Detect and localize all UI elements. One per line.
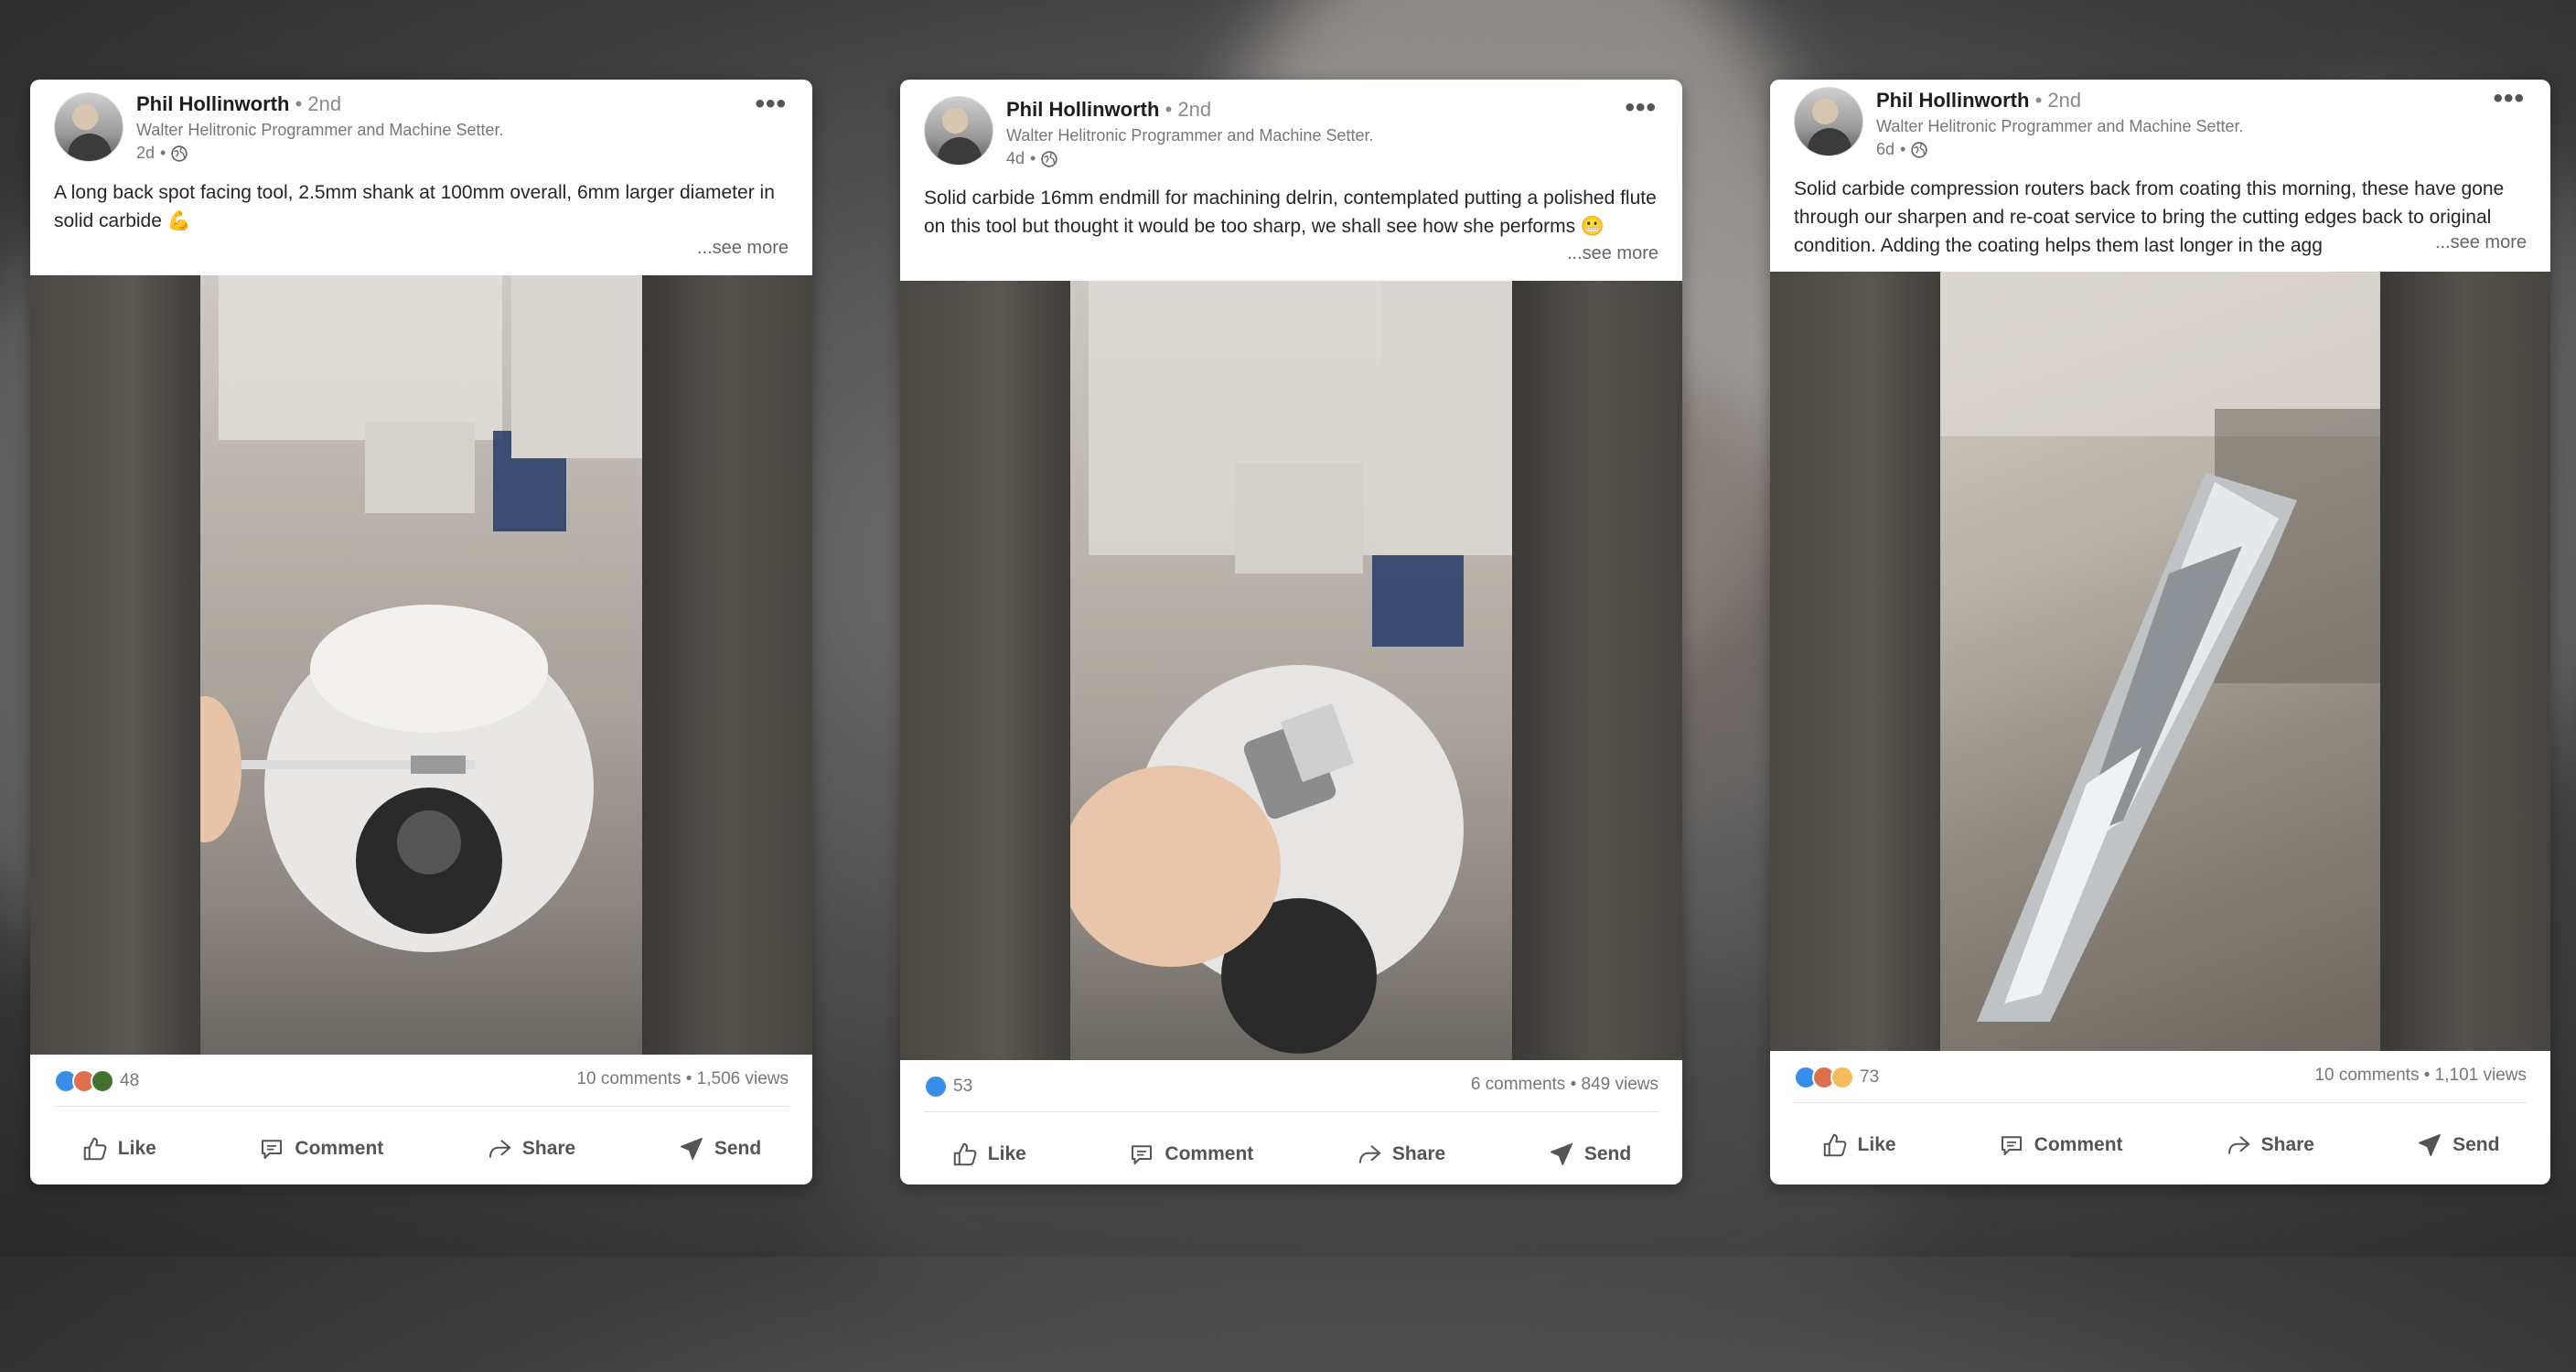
share-arrow-icon [2227,1136,2249,1154]
see-more-link[interactable]: ...see more [2429,232,2527,253]
send-button[interactable]: Send [1548,1141,1631,1168]
like-button[interactable]: Like [951,1141,1026,1168]
more-options-icon[interactable]: ••• [1625,94,1657,122]
celebrate-reaction-icon [91,1069,114,1093]
connection-degree: • 2nd [1165,98,1212,121]
like-button[interactable]: Like [81,1135,156,1163]
comments-views[interactable]: 10 comments • 1,101 views [2314,1066,2527,1086]
author-title: Walter Helitronic Programmer and Machine… [136,121,504,139]
post-card: Phil Hollinworth • 2nd Walter Helitronic… [1770,80,2550,1184]
globe-icon [1911,141,1928,158]
avatar[interactable] [54,92,123,162]
send-icon [680,1138,703,1160]
divider [54,1106,789,1107]
see-more-link[interactable]: ...see more [691,238,789,259]
post-card: Phil Hollinworth • 2nd Walter Helitronic… [900,80,1682,1184]
post-age: 6d • [1876,140,1928,159]
reaction-count[interactable]: 48 [120,1071,139,1091]
reaction-count[interactable]: 53 [953,1077,972,1097]
avatar[interactable] [924,96,993,166]
divider [924,1111,1658,1112]
comment-button[interactable]: Comment [1128,1141,1253,1168]
action-bar: Like Comment Share Send [1770,1113,2550,1177]
author-name[interactable]: Phil Hollinworth [136,92,289,115]
comment-button[interactable]: Comment [258,1135,383,1163]
connection-degree: • 2nd [2034,89,2082,112]
reactions[interactable]: 48 [54,1069,139,1093]
like-button[interactable]: Like [1821,1131,1896,1159]
more-options-icon[interactable]: ••• [755,91,787,118]
share-arrow-icon [1358,1145,1381,1163]
send-button[interactable]: Send [2416,1131,2499,1159]
see-more-link[interactable]: ...see more [1561,243,1658,264]
more-options-icon[interactable]: ••• [2493,85,2525,113]
avatar[interactable] [1794,87,1863,156]
share-button[interactable]: Share [1356,1141,1445,1168]
post-age: 2d • [136,144,188,163]
post-text: Solid carbide compression routers back f… [1794,178,2505,256]
send-icon [2419,1134,2442,1156]
like-reaction-icon [924,1075,948,1099]
action-bar: Like Comment Share Send [900,1122,1682,1184]
author-title: Walter Helitronic Programmer and Machine… [1006,126,1374,145]
post-video[interactable] [900,281,1682,1060]
globe-icon [1041,150,1058,167]
send-button[interactable]: Send [678,1135,761,1163]
connection-degree: • 2nd [295,92,342,115]
post-video[interactable] [1770,272,2550,1051]
author-name[interactable]: Phil Hollinworth [1006,98,1159,121]
author-name[interactable]: Phil Hollinworth [1876,89,2029,112]
action-bar: Like Comment Share Send [30,1117,812,1181]
reactions[interactable]: 53 [924,1075,972,1099]
post-text: Solid carbide 16mm endmill for machining… [924,188,1657,237]
reaction-count[interactable]: 73 [1860,1067,1879,1088]
post-video[interactable] [30,275,812,1055]
comment-icon [2001,1136,2022,1155]
post-age: 4d • [1006,149,1058,168]
author-title: Walter Helitronic Programmer and Machine… [1876,117,2244,135]
insightful-reaction-icon [1830,1066,1854,1089]
share-arrow-icon [488,1140,511,1158]
share-button[interactable]: Share [2225,1131,2314,1159]
share-button[interactable]: Share [486,1135,575,1163]
comment-icon [262,1140,283,1159]
comments-views[interactable]: 6 comments • 849 views [1471,1075,1658,1095]
send-icon [1550,1143,1572,1165]
thumbs-up-icon [83,1137,107,1161]
thumbs-up-icon [1823,1133,1846,1157]
divider [1794,1102,2527,1103]
comment-button[interactable]: Comment [1998,1131,2123,1159]
thumbs-up-icon [953,1142,977,1166]
comment-icon [1132,1145,1153,1164]
post-card: Phil Hollinworth • 2nd Walter Helitronic… [30,80,812,1184]
globe-icon [171,145,188,162]
post-text: A long back spot facing tool, 2.5mm shan… [54,182,775,231]
reactions[interactable]: 73 [1794,1066,1879,1089]
comments-views[interactable]: 10 comments • 1,506 views [576,1069,789,1089]
